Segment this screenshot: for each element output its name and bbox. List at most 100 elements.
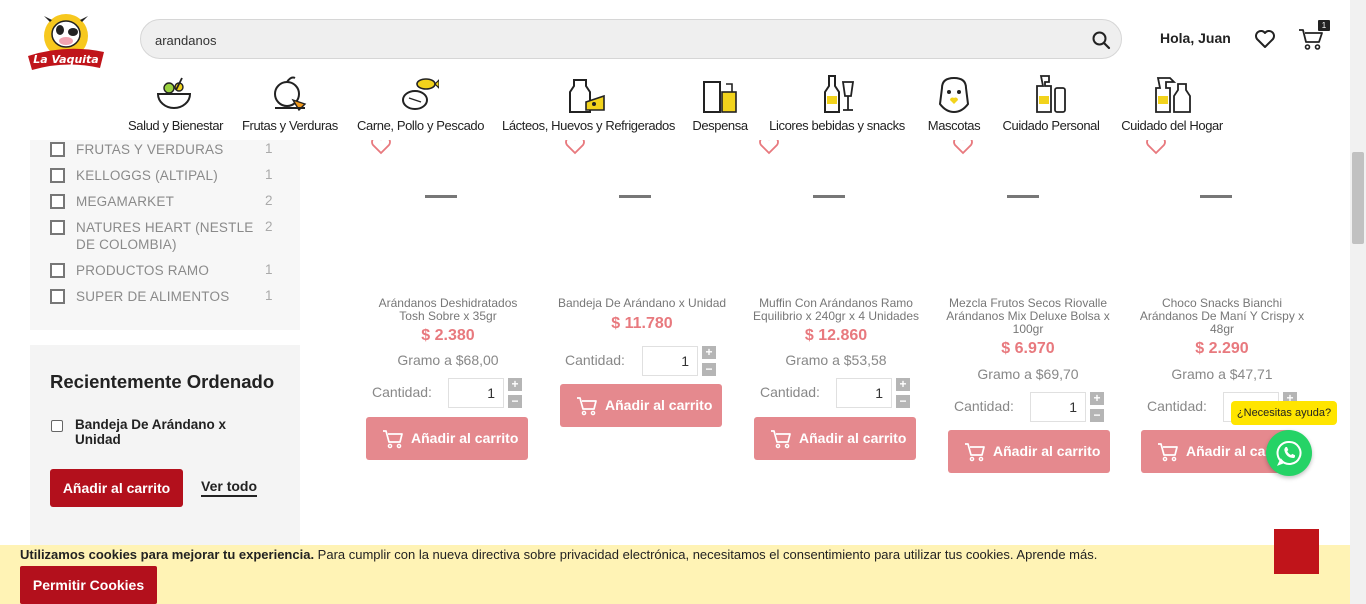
product-price: $ 2.380	[421, 327, 475, 344]
product-unit-price: Gramo a $53,58	[785, 352, 887, 368]
category-lacteos-huevos[interactable]: Lácteos, Huevos y Refrigerados	[502, 74, 675, 133]
product-price: $ 6.970	[1001, 340, 1055, 357]
quantity-decrease-button[interactable]: −	[702, 363, 716, 376]
svg-text:La Vaquita: La Vaquita	[33, 53, 99, 66]
product-price: $ 2.290	[1195, 340, 1249, 357]
recent-item-name[interactable]: Bandeja De Arándano x Unidad	[75, 417, 255, 447]
whatsapp-button[interactable]	[1266, 430, 1312, 476]
category-despensa[interactable]: Despensa	[692, 74, 748, 133]
category-cuidado-hogar[interactable]: Cuidado del Hogar	[1120, 74, 1224, 133]
product-price: $ 12.860	[804, 327, 868, 344]
recently-ordered-panel: Recientemente Ordenado Bandeja De Aránda…	[30, 345, 300, 545]
quantity-increase-button[interactable]: +	[896, 378, 910, 391]
search-icon[interactable]	[1091, 30, 1111, 50]
filter-label: FRUTAS Y VERDURAS	[76, 142, 224, 157]
product-unit-price: Gramo a $47,71	[1171, 366, 1273, 382]
product-image-placeholder[interactable]	[813, 195, 845, 198]
cart-icon	[965, 443, 985, 462]
filter-label: PRODUCTOS RAMO	[76, 263, 210, 278]
milk-cheese-icon	[569, 79, 605, 113]
search-input[interactable]	[155, 30, 1055, 50]
category-salud-bienestar[interactable]: Salud y Bienestar	[128, 74, 224, 133]
filter-checkbox[interactable]	[50, 142, 65, 157]
fruit-basket-icon	[274, 76, 307, 112]
product-name[interactable]: Bandeja De Arándano x Unidad	[557, 297, 727, 310]
category-frutas-verduras[interactable]: Frutas y Verduras	[242, 74, 338, 133]
quantity-decrease-button[interactable]: −	[508, 395, 522, 408]
back-to-top-button[interactable]	[1274, 529, 1319, 574]
filter-label: NATURES HEART (NESTLE DE COLOMBIA)	[76, 220, 254, 252]
quantity-input[interactable]: 1	[642, 346, 698, 376]
salad-bowl-icon	[156, 77, 192, 109]
filter-checkbox[interactable]	[50, 168, 65, 183]
quantity-label: Cantidad:	[565, 352, 625, 368]
quantity-input[interactable]: 1	[836, 378, 892, 408]
product-name[interactable]: Mezcla Frutos Secos Riovalle Arándanos M…	[945, 297, 1111, 336]
category-mascotas[interactable]: Mascotas	[924, 74, 984, 133]
add-to-cart-label: Añadir al carrito	[799, 430, 907, 446]
filter-label: SUPER DE ALIMENTOS	[76, 289, 230, 304]
allow-cookies-button[interactable]: Permitir Cookies	[20, 566, 157, 604]
product-name[interactable]: Muffin Con Arándanos Ramo Equilibrio x 2…	[751, 297, 921, 323]
category-carne-pollo-pescado[interactable]: Carne, Pollo y Pescado	[357, 74, 485, 133]
cleaning-spray-icon	[1155, 77, 1191, 113]
add-to-cart-button[interactable]: Añadir al carrito	[560, 384, 722, 427]
add-to-cart-button[interactable]: Añadir al carrito	[754, 417, 916, 460]
product-price: $ 11.780	[611, 315, 673, 332]
quantity-decrease-button[interactable]: −	[896, 395, 910, 408]
add-to-cart-label: Añadir al carrito	[411, 430, 519, 446]
quantity-label: Cantidad:	[1147, 398, 1207, 414]
product-name[interactable]: Choco Snacks Bianchi Arándanos De Maní Y…	[1138, 297, 1306, 336]
quantity-label: Cantidad:	[954, 398, 1014, 414]
category-label: Salud y Bienestar	[128, 118, 224, 133]
add-to-cart-button[interactable]: Añadir al carrito	[948, 430, 1110, 473]
product-image-placeholder[interactable]	[1007, 195, 1039, 198]
page-scrollbar[interactable]	[1350, 0, 1366, 604]
category-label: Carne, Pollo y Pescado	[357, 118, 485, 133]
scrollbar-thumb[interactable]	[1352, 152, 1364, 244]
quantity-input[interactable]: 1	[448, 378, 504, 408]
pantry-icon	[703, 81, 737, 113]
category-label: Cuidado Personal	[1002, 118, 1100, 133]
add-to-cart-button[interactable]: Añadir al carrito	[366, 417, 528, 460]
category-licores-bebidas[interactable]: Licores bebidas y snacks	[768, 74, 906, 133]
product-image-placeholder[interactable]	[1200, 195, 1232, 198]
cookie-message: Utilizamos cookies para mejorar tu exper…	[20, 547, 1097, 562]
cookie-banner: Utilizamos cookies para mejorar tu exper…	[0, 545, 1350, 604]
filter-label: KELLOGGS (ALTIPAL)	[76, 168, 218, 183]
product-unit-price: Gramo a $68,00	[397, 352, 499, 368]
cart-icon	[577, 397, 597, 416]
quantity-increase-button[interactable]: +	[508, 378, 522, 391]
view-all-link[interactable]: Ver todo	[201, 478, 258, 497]
cart-icon	[1158, 443, 1178, 462]
wishlist-heart-icon[interactable]	[1254, 29, 1276, 49]
cookie-message-body[interactable]: Para cumplir con la nueva directiva sobr…	[314, 547, 1098, 562]
product-image-placeholder[interactable]	[425, 195, 457, 198]
recent-item-checkbox[interactable]	[51, 420, 63, 432]
cart-icon	[383, 430, 403, 449]
quantity-decrease-button[interactable]: −	[1090, 409, 1104, 422]
product-unit-price: Gramo a $69,70	[977, 366, 1079, 382]
category-label: Mascotas	[927, 118, 981, 133]
product-card: Arándanos Deshidratados Tosh Sobre x 35g…	[363, 136, 533, 480]
recent-add-to-cart-button[interactable]: Añadir al carrito	[50, 469, 183, 507]
user-greeting[interactable]: Hola, Juan	[1160, 30, 1231, 46]
quantity-input[interactable]: 1	[1030, 392, 1086, 422]
whatsapp-help-bubble[interactable]: ¿Necesitas ayuda?	[1231, 401, 1337, 425]
filter-count: 2	[265, 193, 273, 208]
recent-title: Recientemente Ordenado	[50, 371, 275, 392]
filter-checkbox[interactable]	[50, 194, 65, 209]
quantity-label: Cantidad:	[760, 384, 820, 400]
filter-checkbox[interactable]	[50, 263, 65, 278]
quantity-increase-button[interactable]: +	[1090, 392, 1104, 405]
category-label: Licores bebidas y snacks	[769, 118, 905, 133]
search-bar	[140, 19, 1122, 59]
quantity-increase-button[interactable]: +	[702, 346, 716, 359]
page: { "header": { "logo_text": "La Vaquita",…	[0, 0, 1366, 604]
product-name[interactable]: Arándanos Deshidratados Tosh Sobre x 35g…	[368, 297, 528, 323]
filter-checkbox[interactable]	[50, 289, 65, 304]
filter-checkbox[interactable]	[50, 220, 65, 235]
category-cuidado-personal[interactable]: Cuidado Personal	[1002, 74, 1100, 133]
la-vaquita-logo[interactable]: La Vaquita	[26, 8, 106, 72]
product-image-placeholder[interactable]	[619, 195, 651, 198]
